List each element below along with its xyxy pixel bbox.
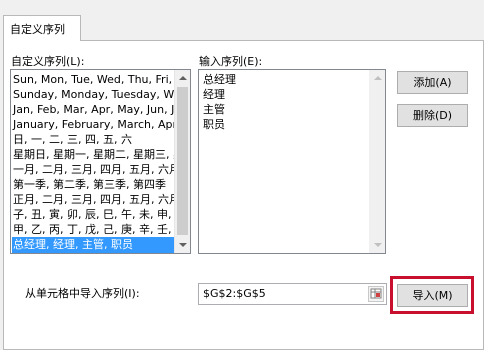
chevron-up-icon — [373, 76, 382, 80]
add-button[interactable]: 添加(A) — [397, 71, 468, 94]
scroll-up-button[interactable] — [370, 70, 385, 86]
list-item[interactable]: Sun, Mon, Tue, Wed, Thu, Fri, S — [12, 72, 175, 88]
import-button[interactable]: 导入(M) — [397, 284, 468, 307]
list-item[interactable]: 第一季, 第二季, 第三季, 第四季 — [12, 177, 175, 193]
list-item[interactable]: 星期日, 星期一, 星期二, 星期三, 星 — [12, 147, 175, 163]
custom-lists-label: 自定义序列(L): — [11, 55, 85, 68]
scrollbar-thumb[interactable] — [177, 87, 188, 235]
list-item[interactable]: 日, 一, 二, 三, 四, 五, 六 — [12, 132, 175, 148]
scroll-up-button[interactable] — [175, 70, 190, 86]
list-item[interactable]: 甲, 乙, 丙, 丁, 戊, 己, 庚, 辛, 壬, 癸 — [12, 222, 175, 238]
scroll-down-button[interactable] — [175, 237, 190, 253]
list-item[interactable]: 一月, 二月, 三月, 四月, 五月, 六月, — [12, 162, 175, 178]
list-entries-label: 输入序列(E): — [199, 55, 263, 68]
tab-custom-lists[interactable]: 自定义序列 — [3, 15, 81, 41]
tab-label: 自定义序列 — [10, 23, 65, 36]
list-entry-line: 经理 — [203, 88, 225, 101]
scroll-down-button[interactable] — [370, 237, 385, 253]
custom-lists-listbox[interactable]: Sun, Mon, Tue, Wed, Thu, Fri, S Sunday, M… — [10, 69, 191, 254]
range-select-icon — [370, 288, 382, 299]
list-item[interactable]: 总经理, 经理, 主管, 职员 — [12, 237, 175, 253]
custom-lists-scrollbar[interactable] — [174, 70, 190, 253]
import-range-value: $G$2:$G$5 — [203, 287, 266, 300]
list-item[interactable]: Jan, Feb, Mar, Apr, May, Jun, Ju — [12, 102, 175, 118]
list-item[interactable]: January, February, March, April — [12, 117, 175, 133]
chevron-down-icon — [373, 243, 382, 247]
list-entry-line: 职员 — [203, 118, 225, 131]
list-item[interactable]: 子, 丑, 寅, 卯, 辰, 巳, 午, 未, 申, 酉 — [12, 207, 175, 223]
list-entry-line: 总经理 — [203, 73, 236, 86]
collapse-dialog-button[interactable] — [368, 286, 384, 302]
delete-button[interactable]: 删除(D) — [397, 104, 468, 127]
list-entries-scrollbar[interactable] — [369, 70, 385, 253]
list-item[interactable]: Sunday, Monday, Tuesday, Wed — [12, 87, 175, 103]
list-entries-textarea[interactable]: 总经理 经理 主管 职员 — [198, 69, 386, 254]
import-from-cells-label: 从单元格中导入序列(I): — [25, 287, 140, 300]
chevron-up-icon — [178, 76, 187, 80]
list-item[interactable]: 正月, 二月, 三月, 四月, 五月, 六月, — [12, 192, 175, 208]
chevron-down-icon — [178, 243, 187, 247]
import-range-field[interactable]: $G$2:$G$5 — [198, 283, 387, 305]
list-entry-line: 主管 — [203, 103, 225, 116]
